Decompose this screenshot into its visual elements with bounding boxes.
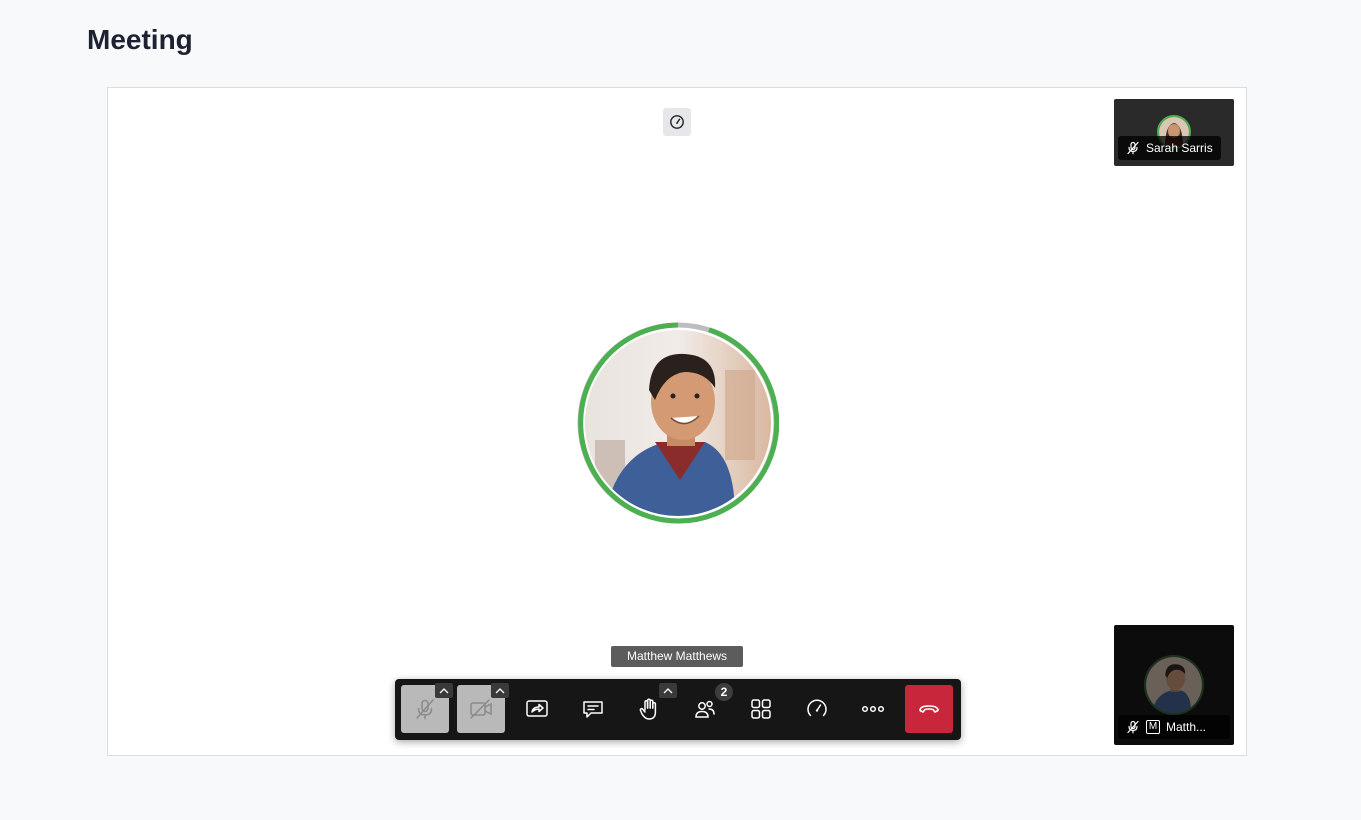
chevron-up-icon xyxy=(495,687,505,694)
mic-muted-icon xyxy=(1126,141,1140,155)
participant-tile[interactable]: Sarah Sarris xyxy=(1114,99,1234,166)
video-options-caret[interactable] xyxy=(491,683,509,698)
leave-meeting-button[interactable] xyxy=(905,685,953,733)
chevron-up-icon xyxy=(663,687,673,694)
participant-label: M Matth... xyxy=(1118,715,1230,739)
hand-icon xyxy=(638,697,660,721)
camera-off-icon xyxy=(469,698,493,720)
mic-muted-icon xyxy=(414,698,436,720)
hang-up-icon xyxy=(918,703,940,715)
page-title: Meeting xyxy=(87,24,193,55)
meeting-toolbar: 2 xyxy=(395,679,961,740)
speedometer-icon xyxy=(669,114,685,130)
share-screen-button[interactable] xyxy=(513,685,561,733)
participant-avatar xyxy=(1144,655,1204,715)
participant-name: Matth... xyxy=(1166,720,1207,734)
grid-icon xyxy=(750,698,772,720)
participant-label: Sarah Sarris xyxy=(1118,136,1221,160)
share-screen-icon xyxy=(525,698,549,720)
participants-count-badge: 2 xyxy=(715,683,733,701)
chat-icon xyxy=(581,698,605,720)
active-speaker-avatar xyxy=(577,322,779,524)
speaker-photo xyxy=(585,330,771,516)
connection-stats-button[interactable] xyxy=(663,108,691,136)
speedometer-icon xyxy=(806,698,828,720)
speaker-name-label: Matthew Matthews xyxy=(611,646,744,667)
reactions-options-caret[interactable] xyxy=(659,683,677,698)
chat-button[interactable] xyxy=(569,685,617,733)
performance-settings-button[interactable] xyxy=(793,685,841,733)
meeting-stage: Matthew Matthews Sarah Sarris M Matth...… xyxy=(107,87,1247,756)
participants-icon xyxy=(693,698,717,720)
more-dots-icon xyxy=(861,704,885,714)
local-participant-tile[interactable]: M Matth... xyxy=(1114,625,1234,745)
chevron-up-icon xyxy=(439,687,449,694)
mic-muted-icon xyxy=(1126,720,1140,734)
moderator-badge: M xyxy=(1146,720,1160,734)
tile-view-button[interactable] xyxy=(737,685,785,733)
more-actions-button[interactable] xyxy=(849,685,897,733)
participant-name: Sarah Sarris xyxy=(1146,141,1213,155)
audio-options-caret[interactable] xyxy=(435,683,453,698)
